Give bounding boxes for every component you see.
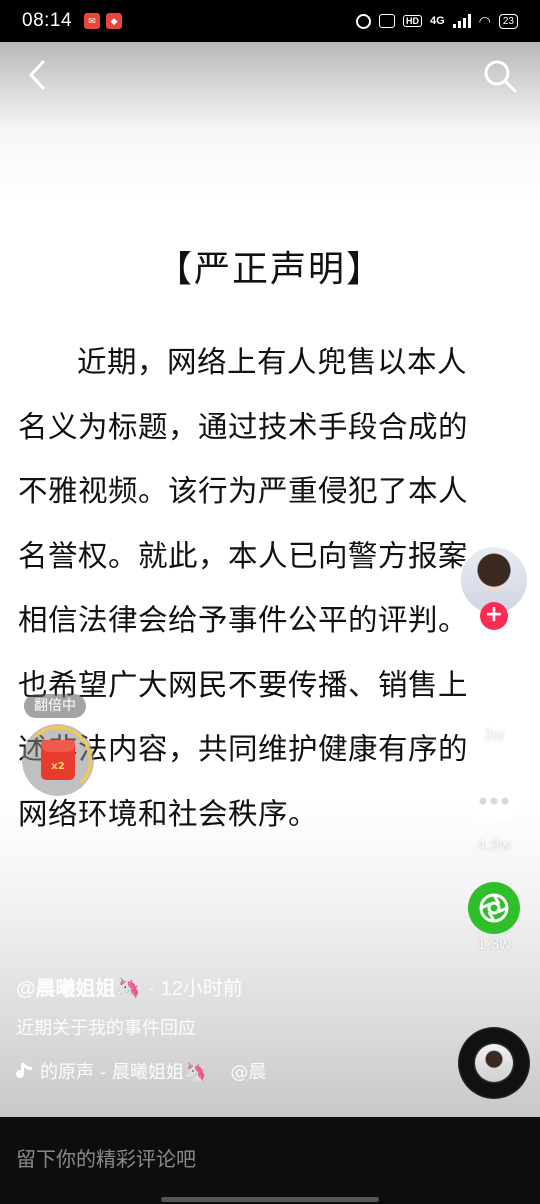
back-button[interactable] <box>22 60 52 90</box>
author-name[interactable]: @晨曦姐姐🦄 <box>16 972 140 1001</box>
search-button[interactable] <box>482 58 518 94</box>
search-icon <box>484 60 517 93</box>
comment-input[interactable] <box>16 1147 516 1171</box>
home-indicator[interactable] <box>161 1197 379 1202</box>
red-envelope-icon: x2 <box>41 740 75 780</box>
music-line[interactable]: 的原声 - 晨曦姐姐🦄 @晨 <box>16 1058 286 1084</box>
post-description: 近期关于我的事件回应 <box>16 1018 196 1039</box>
share-icon <box>479 893 509 923</box>
chevron-left-icon <box>29 60 45 90</box>
app-notification-icon: ◆ <box>106 13 123 29</box>
share-count: 1.3w <box>477 936 511 953</box>
like-button[interactable]: 3w <box>459 668 529 745</box>
statement-title: 【严正声明】 <box>155 249 384 290</box>
author-line: @晨曦姐姐🦄 · 12小时前 <box>16 972 243 1001</box>
comment-count: 4.9w <box>477 837 511 854</box>
status-time: 08:14 <box>22 10 73 31</box>
app-notification-icon: ✉ <box>84 13 101 29</box>
music-note-icon <box>16 1063 32 1079</box>
status-right: HD 4G ◠ 23 <box>355 12 518 30</box>
comment-bar <box>0 1117 540 1204</box>
post-time: · 12小时前 <box>148 978 243 1000</box>
music-title-suffix: @晨 <box>230 1062 267 1083</box>
disc-cover <box>475 1044 513 1082</box>
alarm-icon <box>355 13 371 29</box>
comment-icon <box>469 780 519 827</box>
music-disc[interactable] <box>458 1027 530 1099</box>
status-bar: 08:14 ✉ ◆ HD 4G ◠ 23 <box>0 0 540 42</box>
heart-icon <box>468 671 520 716</box>
redpack-button[interactable]: x2 <box>22 724 94 796</box>
wifi-icon: ◠ <box>478 12 491 29</box>
video-content[interactable]: 【严正声明】 近期，网络上有人兜售以本人名义为标题，通过技术手段合成的不雅视频。… <box>0 42 540 1117</box>
redpack-tag: 翻倍中 <box>24 694 86 718</box>
follow-button[interactable]: + <box>480 602 508 630</box>
comment-button[interactable]: 4.9w <box>459 776 529 855</box>
notification-icons: ✉ ◆ <box>84 13 123 29</box>
redpack-multiplier: x2 <box>51 760 65 772</box>
hd-icon: HD <box>402 15 422 27</box>
music-title: 的原声 - 晨曦姐姐🦄 <box>40 1062 207 1083</box>
author-avatar-group[interactable]: + <box>459 545 529 635</box>
battery-icon: 23 <box>498 13 518 29</box>
share-button[interactable]: 1.3w <box>459 882 529 954</box>
like-count: 3w <box>483 727 505 744</box>
share-circle <box>468 882 520 934</box>
signal-icon <box>452 14 471 28</box>
network-label: 4G <box>429 15 445 27</box>
vibrate-icon <box>378 14 395 28</box>
